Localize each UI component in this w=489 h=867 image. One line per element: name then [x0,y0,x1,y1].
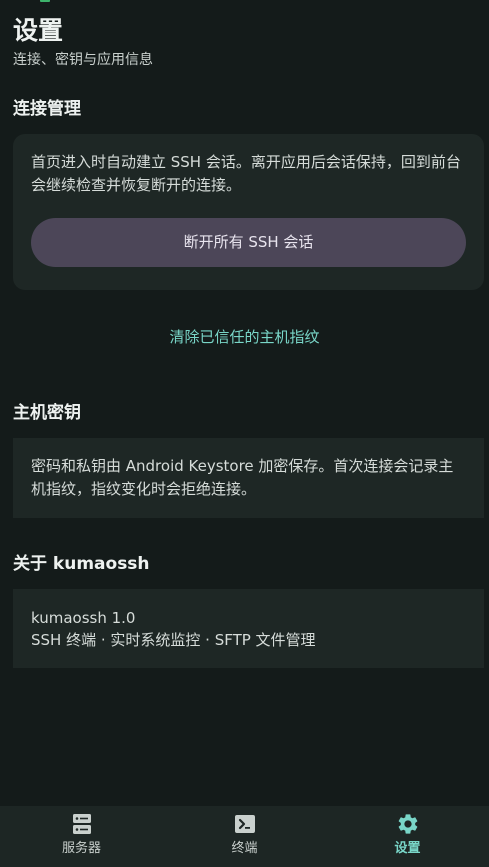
settings-screen: 设置 连接、密钥与应用信息 连接管理 首页进入时自动建立 SSH 会话。离开应用… [0,0,489,867]
disconnect-all-button[interactable]: 断开所有 SSH 会话 [31,218,466,267]
page-title: 设置 [13,16,64,45]
host-keys-description: 密码和私钥由 Android Keystore 加密保存。首次连接会记录主机指纹… [31,457,454,498]
nav-label-servers: 服务器 [61,841,101,856]
connection-description: 首页进入时自动建立 SSH 会话。离开应用后会话保持，回到前台会继续检查并恢复断… [31,153,461,194]
nav-item-servers[interactable]: 服务器 [0,806,163,867]
nav-item-terminal[interactable]: 终端 [163,806,326,867]
host-keys-card: 密码和私钥由 Android Keystore 加密保存。首次连接会记录主机指纹… [13,438,484,518]
connection-card: 首页进入时自动建立 SSH 会话。离开应用后会话保持，回到前台会继续检查并恢复断… [13,134,484,290]
terminal-icon [234,815,255,833]
page-subtitle: 连接、密钥与应用信息 [13,52,153,68]
nav-label-settings: 设置 [394,841,421,856]
nav-label-terminal: 终端 [231,841,258,856]
nav-item-settings[interactable]: 设置 [326,806,489,867]
server-icon [72,814,91,834]
section-title-host-keys: 主机密钥 [13,403,81,423]
section-title-connection: 连接管理 [13,99,81,119]
status-bar-battery-icon [40,0,50,2]
app-version: kumaossh 1.0 [31,609,136,627]
section-title-about: 关于 kumaossh [13,554,150,574]
app-features: SSH 终端 · 实时系统监控 · SFTP 文件管理 [31,631,316,649]
about-card: kumaossh 1.0 SSH 终端 · 实时系统监控 · SFTP 文件管理 [13,589,484,668]
gear-icon [398,814,417,834]
clear-trusted-hosts-button[interactable]: 清除已信任的主机指纹 [0,325,489,349]
bottom-navigation: 服务器 终端 设置 [0,806,489,867]
